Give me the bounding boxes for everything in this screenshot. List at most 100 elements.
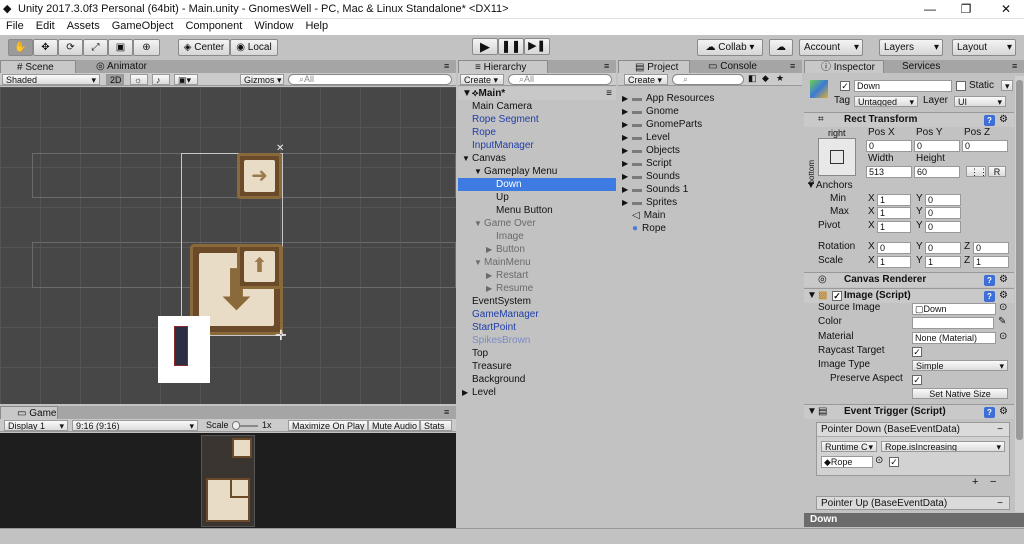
- inspector-menu-icon[interactable]: ≡: [1012, 61, 1017, 71]
- image-type-dropdown[interactable]: Simple ▾: [912, 360, 1008, 371]
- image-settings-icon[interactable]: ⚙: [999, 289, 1008, 303]
- pos-y-field[interactable]: 0: [914, 140, 960, 152]
- material-field[interactable]: None (Material): [912, 332, 996, 344]
- project-item[interactable]: ▶ ▬ GnomeParts: [618, 118, 802, 131]
- maximize-on-play-toggle[interactable]: Maximize On Play: [288, 420, 368, 431]
- rotation-x-field[interactable]: 0: [877, 242, 911, 254]
- menu-assets[interactable]: Assets: [61, 19, 106, 33]
- collapse-arrow-icon[interactable]: ▶: [622, 118, 628, 131]
- hierarchy-item[interactable]: Background: [458, 373, 616, 386]
- collapse-arrow-icon[interactable]: ▶: [622, 157, 628, 170]
- layout-button[interactable]: Layout ▾: [952, 39, 1016, 56]
- hierarchy-item[interactable]: Top: [458, 347, 616, 360]
- raycast-checkbox[interactable]: ✓: [912, 347, 922, 357]
- hierarchy-item[interactable]: EventSystem: [458, 295, 616, 308]
- rotation-y-field[interactable]: 0: [925, 242, 961, 254]
- stats-toggle[interactable]: Stats: [420, 420, 452, 431]
- menu-component[interactable]: Component: [179, 19, 248, 33]
- hierarchy-item[interactable]: StartPoint: [458, 321, 616, 334]
- project-create-dropdown[interactable]: Create ▾: [624, 74, 668, 85]
- effects-dropdown[interactable]: ▣▾: [174, 74, 198, 85]
- hierarchy-item[interactable]: Main Camera: [458, 100, 616, 113]
- event-settings-icon[interactable]: ⚙: [999, 405, 1008, 419]
- menu-gameobject[interactable]: GameObject: [106, 19, 180, 33]
- tab-game[interactable]: ▭ Game: [0, 406, 58, 419]
- blueprint-mode-button[interactable]: ⋮⋮: [966, 166, 986, 177]
- menu-window[interactable]: Window: [248, 19, 299, 33]
- project-item[interactable]: ▶ ▬ Sprites: [618, 196, 802, 209]
- hierarchy-item[interactable]: ▶ Resume: [458, 282, 616, 295]
- image-header[interactable]: ▼ ▩ ✓ Image (Script) ? ⚙: [804, 288, 1014, 303]
- scene-menu-icon[interactable]: ≡: [606, 87, 612, 100]
- maximize-icon[interactable]: ❐: [956, 2, 976, 17]
- hierarchy-item[interactable]: Treasure: [458, 360, 616, 373]
- scene-search-input[interactable]: ⌕All: [288, 74, 452, 85]
- collapse-arrow-icon[interactable]: ▶: [622, 131, 628, 144]
- anchors-label[interactable]: ▼Anchors: [806, 180, 853, 191]
- collapse-arrow-icon[interactable]: ▶: [622, 144, 628, 157]
- hierarchy-item[interactable]: ▶ Button: [458, 243, 616, 256]
- hierarchy-item[interactable]: ▼ Canvas: [458, 152, 616, 165]
- rotation-z-field[interactable]: 0: [973, 242, 1009, 254]
- remove-listener-button[interactable]: −: [990, 476, 996, 488]
- pos-z-field[interactable]: 0: [962, 140, 1008, 152]
- layers-button[interactable]: Layers ▾: [879, 39, 943, 56]
- menu-help[interactable]: Help: [299, 19, 334, 33]
- aspect-dropdown[interactable]: 9:16 (9:16) ▾: [72, 420, 198, 431]
- tag-dropdown[interactable]: Untagged ▾: [854, 96, 918, 107]
- display-dropdown[interactable]: Display 1 ▾: [4, 420, 68, 431]
- collab-button[interactable]: ☁ Collab ▾: [697, 39, 763, 56]
- settings-icon[interactable]: ⚙: [999, 113, 1008, 127]
- project-search-input[interactable]: ⌕: [672, 74, 744, 85]
- hierarchy-item[interactable]: ▶ Level: [458, 386, 616, 399]
- panel-menu-icon[interactable]: ≡: [444, 61, 449, 71]
- hierarchy-menu-icon[interactable]: ≡: [604, 61, 609, 71]
- move-tool-button[interactable]: ✥: [33, 39, 58, 56]
- transform-tool-button[interactable]: ⊕: [133, 39, 160, 56]
- hierarchy-item[interactable]: Rope Segment: [458, 113, 616, 126]
- max-y-field[interactable]: 0: [925, 207, 961, 219]
- event-trigger-header[interactable]: ▼ ▤ Event Trigger (Script) ? ⚙: [804, 404, 1014, 419]
- max-x-field[interactable]: 1: [877, 207, 911, 219]
- expand-arrow-icon[interactable]: ▼: [474, 256, 482, 269]
- anchor-preset-button[interactable]: [818, 138, 856, 176]
- expand-arrow-icon[interactable]: ▼: [474, 165, 482, 178]
- hierarchy-item[interactable]: GameManager: [458, 308, 616, 321]
- hierarchy-create-dropdown[interactable]: Create ▾: [460, 74, 504, 85]
- event-help-icon[interactable]: ?: [984, 407, 995, 418]
- step-button[interactable]: ▶❚: [524, 38, 550, 55]
- bool-argument-checkbox[interactable]: ✓: [889, 457, 899, 467]
- hierarchy-item[interactable]: ▼ Gameplay Menu: [458, 165, 616, 178]
- shading-dropdown[interactable]: Shaded ▾: [2, 74, 100, 85]
- tab-console[interactable]: ▭ Console: [692, 60, 766, 73]
- minimize-icon[interactable]: —: [920, 2, 940, 17]
- play-button[interactable]: ▶: [472, 38, 498, 55]
- width-field[interactable]: 513: [866, 166, 912, 178]
- project-item[interactable]: ◁ Main: [618, 209, 802, 222]
- image-help-icon[interactable]: ?: [984, 291, 995, 302]
- hierarchy-item[interactable]: ▼ MainMenu: [458, 256, 616, 269]
- collapse-arrow-icon[interactable]: ▶: [622, 183, 628, 196]
- project-item[interactable]: ▶ ▬ App Resources: [618, 92, 802, 105]
- filter-label-icon[interactable]: ◆: [762, 73, 769, 84]
- pivot-y-field[interactable]: 0: [925, 221, 961, 233]
- object-name-field[interactable]: Down: [854, 80, 952, 92]
- collapse-arrow-icon[interactable]: ▶: [622, 105, 628, 118]
- account-button[interactable]: Account ▾: [799, 39, 863, 56]
- tab-project[interactable]: ▤ Project: [618, 60, 690, 73]
- collapse-arrow-icon[interactable]: ▶: [486, 269, 492, 282]
- pause-button[interactable]: ❚❚: [498, 38, 524, 55]
- min-y-field[interactable]: 0: [925, 194, 961, 206]
- set-native-size-button[interactable]: Set Native Size: [912, 388, 1008, 399]
- pivot-handle-icon[interactable]: ✛: [275, 327, 287, 344]
- tab-hierarchy[interactable]: ≡ Hierarchy: [458, 60, 548, 73]
- scale-slider-thumb[interactable]: [232, 421, 240, 430]
- runtime-dropdown[interactable]: Runtime C ▾: [821, 441, 877, 452]
- static-dropdown[interactable]: ▾: [1001, 80, 1013, 91]
- inspector-scrollbar[interactable]: [1015, 76, 1024, 512]
- height-field[interactable]: 60: [914, 166, 960, 178]
- game-viewport[interactable]: [0, 433, 456, 532]
- hierarchy-item[interactable]: Image: [458, 230, 616, 243]
- canvas-renderer-help-icon[interactable]: ?: [984, 275, 995, 286]
- pos-x-field[interactable]: 0: [866, 140, 912, 152]
